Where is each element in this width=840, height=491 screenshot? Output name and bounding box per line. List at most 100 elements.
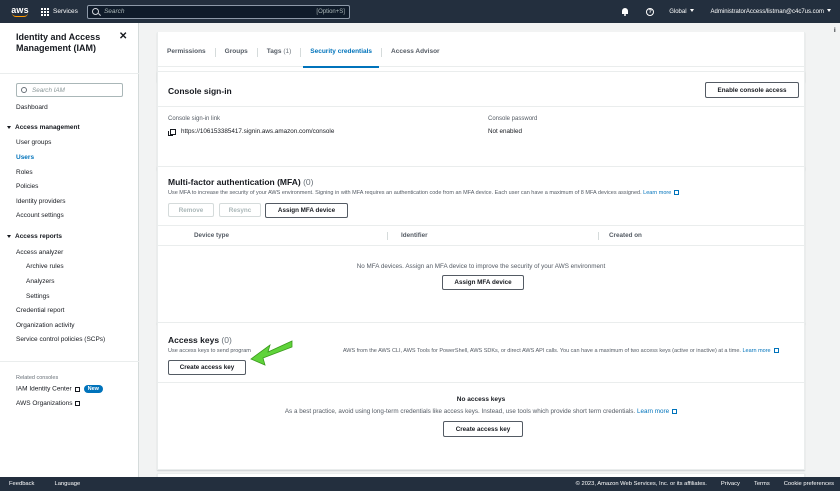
sidebar-item-iam-identity-center[interactable]: IAM Identity Center New <box>16 385 103 393</box>
column-header-identifier[interactable]: Identifier <box>401 232 428 239</box>
mfa-title-text: Multi-factor authentication (MFA) <box>168 177 301 187</box>
tab-groups[interactable]: Groups <box>216 44 257 67</box>
no-access-keys-title: No access keys <box>456 396 506 403</box>
mfa-count: (0) <box>303 177 314 187</box>
services-menu-button[interactable]: Services <box>41 7 78 16</box>
assign-mfa-device-button[interactable]: Assign MFA device <box>265 203 348 218</box>
sidebar-item-access-analyzer[interactable]: Access analyzer <box>16 249 63 256</box>
empty-learn-more-link[interactable]: Learn more <box>637 408 678 415</box>
sidebar-item-credential-report[interactable]: Credential report <box>16 307 64 314</box>
tab-security-credentials[interactable]: Security credentials <box>301 44 381 68</box>
section-label: Access reports <box>15 233 62 240</box>
caret-down-icon <box>827 9 831 13</box>
access-keys-title: Access keys (0) <box>168 335 232 345</box>
account-label: AdministratorAccess/listman@c4c7us.com <box>710 8 824 15</box>
sidebar-item-roles[interactable]: Roles <box>16 169 33 176</box>
access-keys-description: Use access keys to send program AWS from … <box>168 348 779 354</box>
tab-label: Tags <box>266 48 282 55</box>
external-link-icon <box>674 190 680 196</box>
sidebar-item-aws-organizations[interactable]: AWS Organizations <box>16 400 81 407</box>
footer-bar: Feedback Language © 2023, Amazon Web Ser… <box>0 477 840 491</box>
console-signin-link-label: Console sign-in link <box>168 116 221 122</box>
sidebar-item-dashboard[interactable]: Dashboard <box>16 104 48 111</box>
caret-down-icon <box>689 9 694 13</box>
sidebar-item-analyzers[interactable]: Analyzers <box>26 278 55 285</box>
cookie-preferences-link[interactable]: Cookie preferences <box>784 481 834 487</box>
close-icon[interactable]: ✕ <box>119 31 127 42</box>
link-label: AWS Organizations <box>16 400 73 407</box>
panel-divider <box>158 106 804 107</box>
assign-mfa-device-empty-button[interactable]: Assign MFA device <box>442 275 524 290</box>
mfa-empty-message: No MFA devices. Assign an MFA device to … <box>356 263 606 270</box>
column-header-device-type[interactable]: Device type <box>194 232 229 239</box>
global-search-box[interactable]: [Option+S] <box>86 4 350 19</box>
help-icon[interactable]: ? <box>646 7 655 16</box>
access-keys-title-text: Access keys <box>168 335 220 345</box>
global-search-input[interactable] <box>103 8 317 15</box>
learn-more-text: Learn more <box>643 190 672 196</box>
description-start: Use access keys to send program <box>168 348 251 354</box>
sidebar-divider <box>0 73 139 74</box>
sidebar-title: Identity and Access Management (IAM) <box>16 32 101 53</box>
info-icon[interactable]: i <box>834 28 839 34</box>
search-icon <box>21 87 27 93</box>
feedback-link[interactable]: Feedback <box>9 481 34 487</box>
console-password-value: Not enabled <box>488 128 522 135</box>
create-access-key-empty-button[interactable]: Create access key <box>443 421 523 437</box>
sidebar-item-settings[interactable]: Settings <box>26 293 50 300</box>
language-link[interactable]: Language <box>54 481 80 487</box>
account-menu[interactable]: AdministratorAccess/listman@c4c7us.com <box>711 9 831 15</box>
column-separator <box>598 232 599 240</box>
table-divider <box>158 245 804 246</box>
console-signin-panel: Console sign-in Enable console access Co… <box>157 71 805 170</box>
no-access-keys-message: As a best practice, avoid using long-ter… <box>158 408 804 415</box>
tab-permissions[interactable]: Permissions <box>158 44 215 67</box>
related-consoles-label: Related consoles <box>16 375 59 381</box>
external-link-icon <box>74 386 80 392</box>
copy-icon[interactable] <box>168 128 176 136</box>
region-label: Global <box>669 8 687 15</box>
mfa-panel: Multi-factor authentication (MFA) (0) Us… <box>157 166 805 324</box>
enable-console-access-button[interactable]: Enable console access <box>705 82 799 98</box>
privacy-link[interactable]: Privacy <box>721 481 740 487</box>
terms-link[interactable]: Terms <box>754 481 770 487</box>
sidebar-section-access-management[interactable]: Access management <box>7 124 80 131</box>
sidebar-item-account-settings[interactable]: Account settings <box>16 212 64 219</box>
main-content: Permissions Groups Tags (1) Security cre… <box>139 23 832 481</box>
mfa-description: Use MFA to increase the security of your… <box>168 190 680 196</box>
resync-mfa-button[interactable]: Resync <box>219 203 261 217</box>
aws-logo[interactable]: aws <box>9 6 31 17</box>
create-access-key-button[interactable]: Create access key <box>168 360 246 375</box>
sidebar-item-user-groups[interactable]: User groups <box>16 139 51 146</box>
sidebar-item-users[interactable]: Users <box>16 154 34 161</box>
sidebar-search-box[interactable] <box>16 83 123 97</box>
remove-mfa-button[interactable]: Remove <box>168 203 214 217</box>
tab-access-advisor[interactable]: Access Advisor <box>382 44 449 67</box>
column-separator <box>387 232 388 240</box>
bell-icon[interactable] <box>621 7 629 16</box>
tab-label: Permissions <box>167 48 206 55</box>
column-header-created-on[interactable]: Created on <box>609 232 642 239</box>
search-icon <box>91 8 99 15</box>
console-signin-link-value[interactable]: https://106153385417.signin.aws.amazon.c… <box>168 128 335 136</box>
sidebar: Identity and Access Management (IAM) ✕ D… <box>0 23 139 477</box>
copyright-text: © 2023, Amazon Web Services, Inc. or its… <box>575 481 707 487</box>
sidebar-item-identity-providers[interactable]: Identity providers <box>16 198 66 205</box>
mfa-learn-more-link[interactable]: Learn more <box>643 190 680 196</box>
sidebar-item-policies[interactable]: Policies <box>16 183 38 190</box>
sidebar-item-archive-rules[interactable]: Archive rules <box>26 263 64 270</box>
sidebar-item-organization-activity[interactable]: Organization activity <box>16 322 75 329</box>
tab-tags[interactable]: Tags (1) <box>258 44 300 67</box>
access-keys-learn-more-link[interactable]: Learn more <box>742 348 779 354</box>
description-end: AWS from the AWS CLI, AWS Tools for Powe… <box>342 348 741 354</box>
region-selector[interactable]: Global <box>669 8 694 15</box>
signin-url: https://106153385417.signin.aws.amazon.c… <box>181 128 335 135</box>
top-navigation-bar: aws Services [Option+S] ? Global Adminis… <box>0 0 840 23</box>
sidebar-section-access-reports[interactable]: Access reports <box>7 233 62 240</box>
topnav-right-group: ? Global AdministratorAccess/listman@c4c… <box>621 0 831 23</box>
search-shortcut-hint: [Option+S] <box>316 8 345 15</box>
tab-count: (1) <box>283 48 292 55</box>
sidebar-search-input[interactable] <box>32 86 112 94</box>
tab-label: Security credentials <box>310 48 373 55</box>
sidebar-item-scps[interactable]: Service control policies (SCPs) <box>16 336 105 343</box>
